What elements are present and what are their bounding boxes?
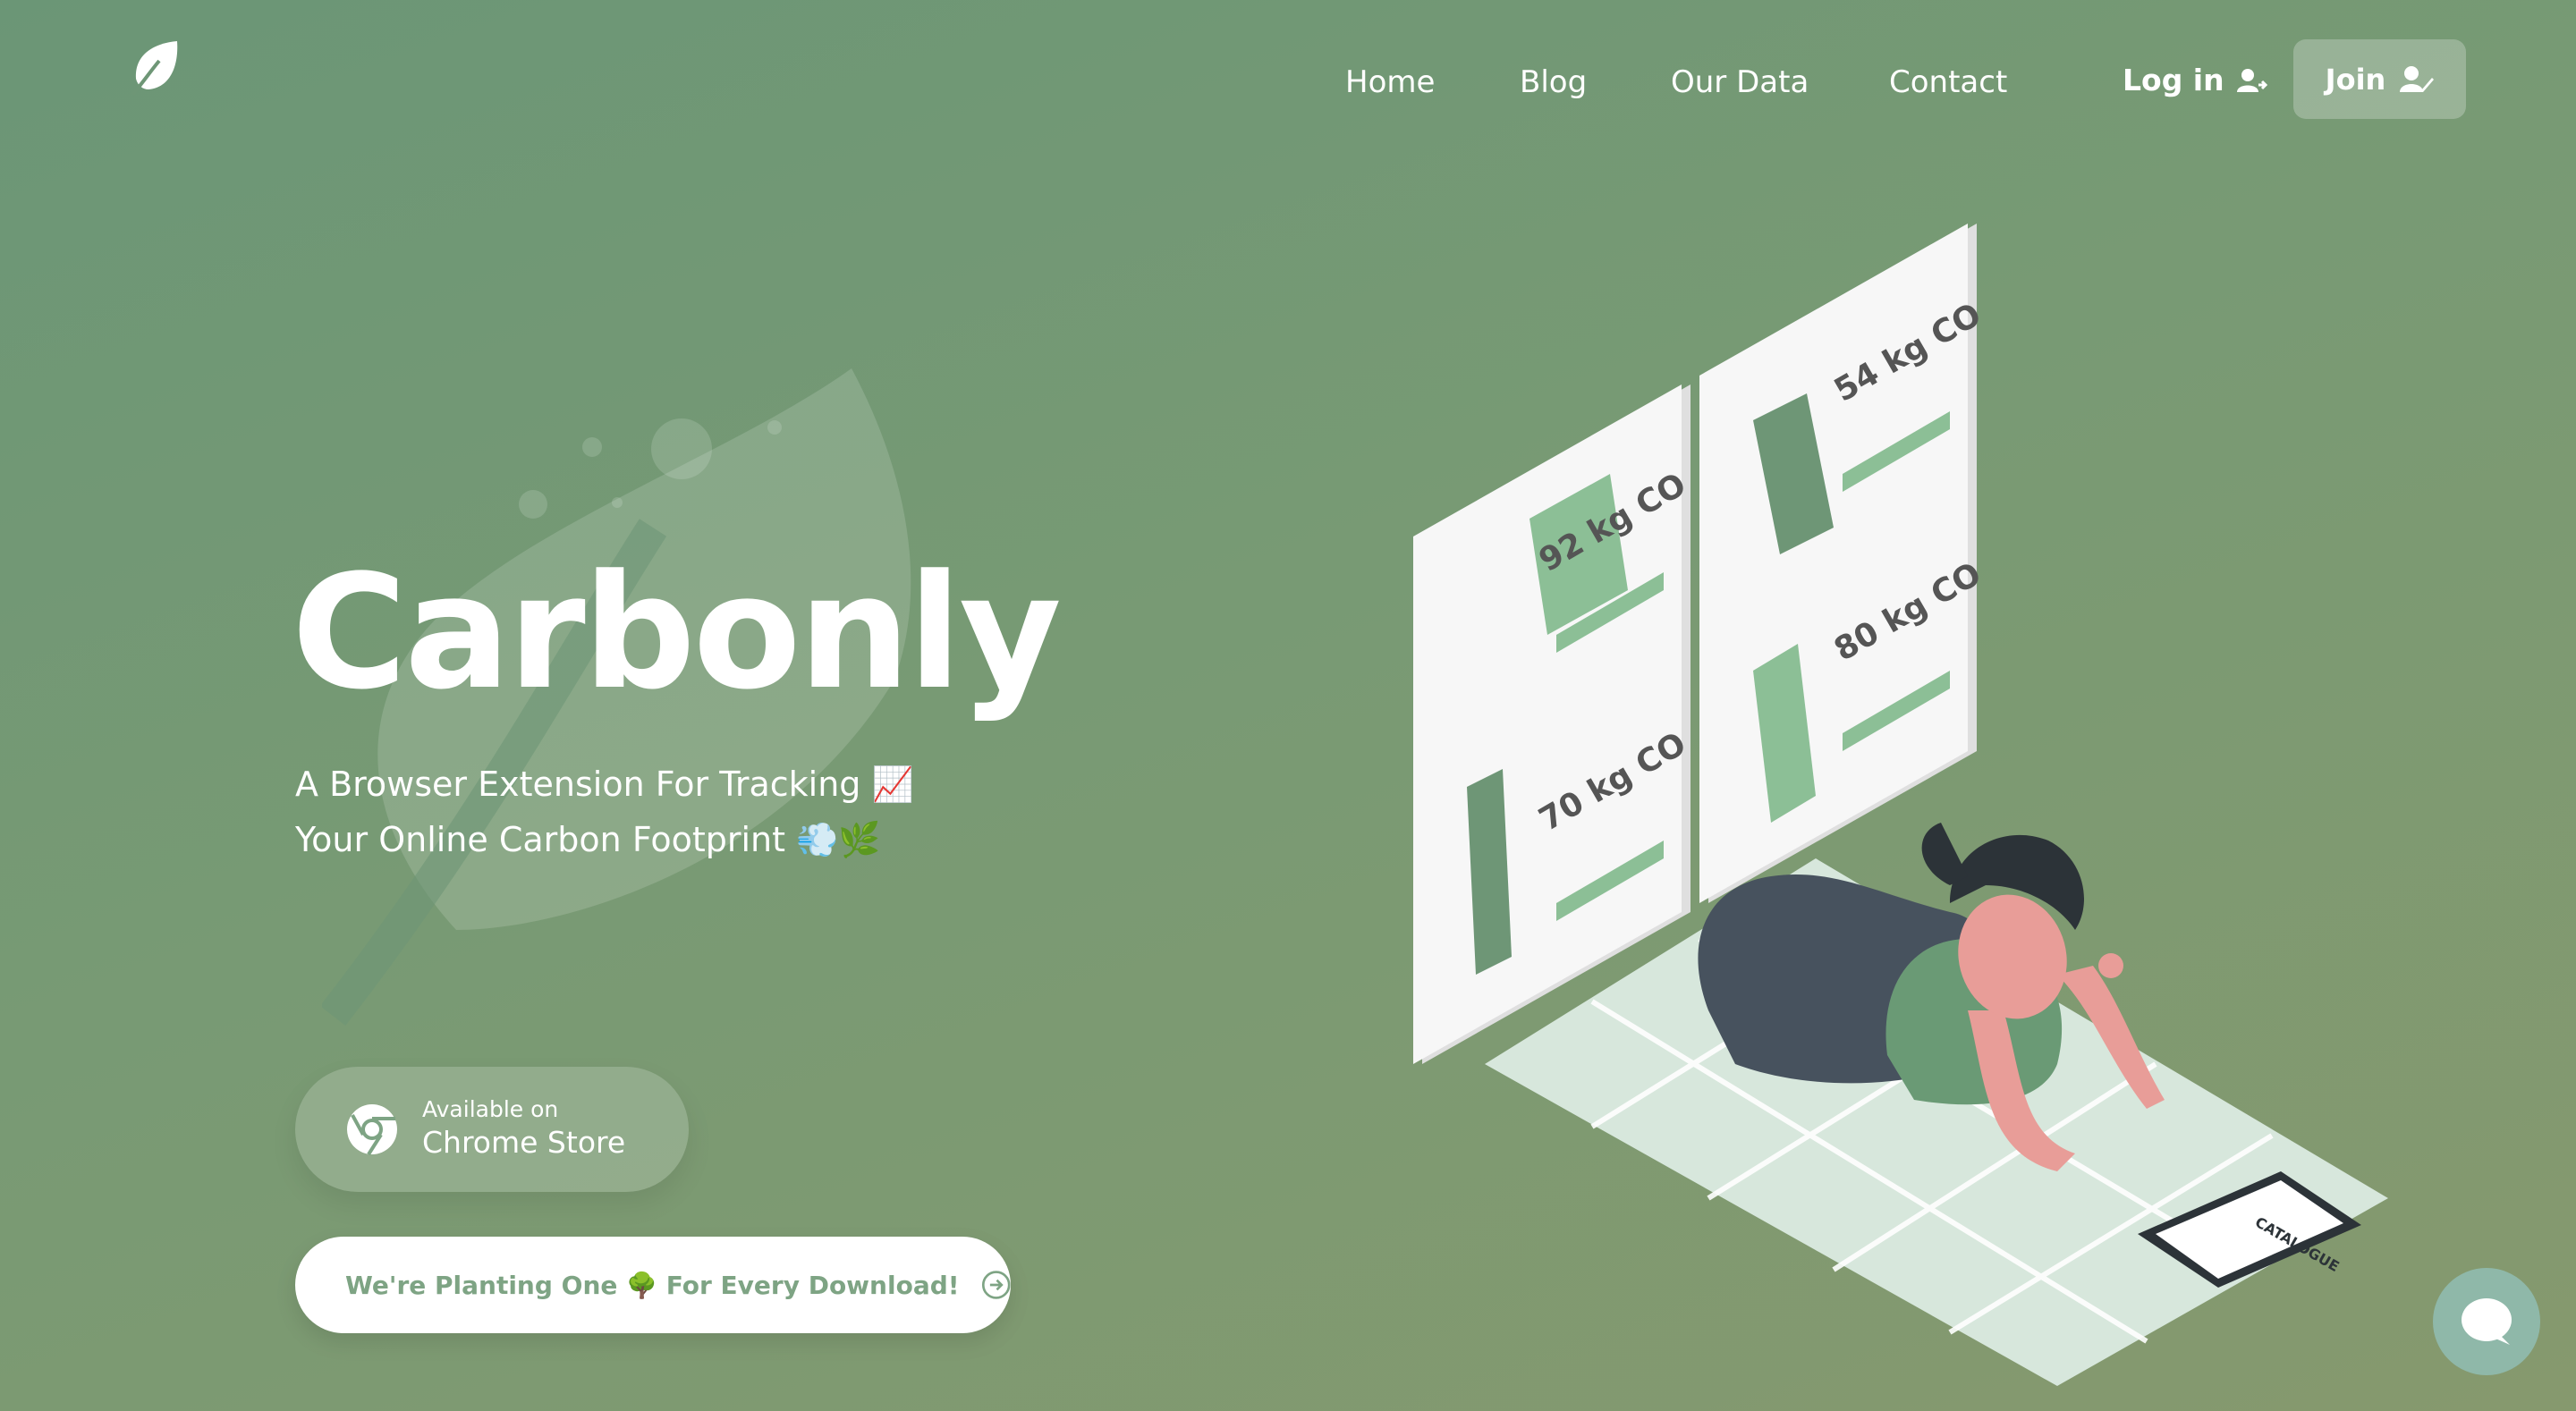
join-label: Join xyxy=(2325,62,2386,97)
hero-subtitle: A Browser Extension For Tracking 📈 Your … xyxy=(295,756,914,867)
chat-widget-button[interactable] xyxy=(2433,1268,2540,1375)
leaf-icon[interactable] xyxy=(129,39,182,97)
chrome-store-label: Chrome Store xyxy=(422,1125,626,1160)
login-label: Log in xyxy=(2123,63,2224,97)
chrome-available-label: Available on xyxy=(422,1096,559,1122)
join-button[interactable]: Join xyxy=(2293,39,2466,119)
arrow-right-circle-icon xyxy=(981,1271,1011,1299)
hero-title: Carbonly xyxy=(292,541,1062,724)
nav-home-link[interactable]: Home xyxy=(1345,64,1435,100)
planting-trees-label: We're Planting One 🌳 For Every Download! xyxy=(345,1270,960,1300)
nav-our-data-link[interactable]: Our Data xyxy=(1671,64,1809,100)
login-button[interactable]: Log in xyxy=(2123,63,2267,97)
planting-trees-button[interactable]: We're Planting One 🌳 For Every Download! xyxy=(295,1237,1011,1333)
hero-subtitle-line1: A Browser Extension For Tracking 📈 xyxy=(295,765,914,804)
chrome-store-button[interactable]: Available on Chrome Store xyxy=(295,1067,689,1192)
chat-bubble-icon xyxy=(2462,1298,2512,1345)
shopping-illustration: CATALOGUE 92 kg CO 54 kg CO 70 kg CO 80 … xyxy=(1413,224,2388,1386)
user-login-icon xyxy=(2236,68,2267,92)
nav-contact-link[interactable]: Contact xyxy=(1889,64,2007,100)
nav-blog-link[interactable]: Blog xyxy=(1520,64,1587,100)
chrome-icon xyxy=(347,1104,397,1156)
user-edit-icon xyxy=(2400,65,2435,92)
hero-subtitle-line2: Your Online Carbon Footprint 💨🌿 xyxy=(295,820,881,859)
